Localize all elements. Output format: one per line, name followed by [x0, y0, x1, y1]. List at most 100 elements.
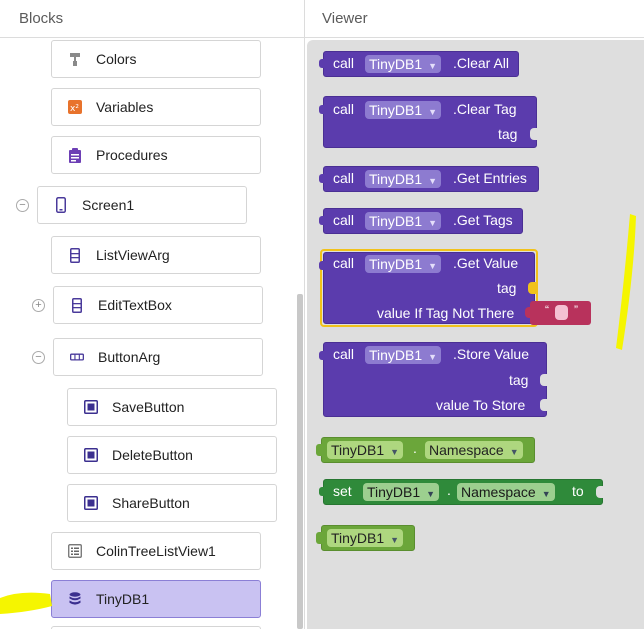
property-dropdown[interactable]: Namespace ▼	[457, 483, 555, 501]
input-socket[interactable]	[530, 128, 538, 140]
dropdown-arrow-icon: ▼	[390, 447, 400, 457]
param-tag-label: tag	[497, 280, 517, 296]
to-label: to	[572, 483, 584, 499]
tree-label: TinyDB1	[96, 591, 150, 607]
component-dropdown[interactable]: TinyDB1 ▼	[327, 441, 404, 459]
tree-item-colintreelistview1[interactable]: ColinTreeListView1	[51, 532, 261, 570]
collapse-toggle-screen1[interactable]: −	[16, 199, 29, 212]
component-dropdown[interactable]: TinyDB1 ▼	[365, 101, 442, 119]
param-tag-label: tag	[498, 126, 518, 142]
text-value-field[interactable]	[555, 305, 568, 320]
call-label: call	[333, 55, 355, 71]
horizontal-arrangement-icon	[70, 349, 84, 365]
input-socket[interactable]	[596, 486, 604, 498]
param-tag-label: tag	[509, 372, 529, 388]
input-socket[interactable]	[540, 374, 548, 386]
call-label: call	[333, 212, 355, 228]
dot-separator: .	[413, 440, 417, 456]
blocks-panel: Blocks Colors x² Variables Procedures −	[0, 0, 304, 629]
tree-label: SaveButton	[112, 399, 185, 415]
collapse-toggle-buttonarg[interactable]: −	[32, 351, 45, 364]
dropdown-arrow-icon: ▼	[428, 261, 438, 271]
dropdown-arrow-icon: ▼	[390, 535, 400, 545]
method-label: .Clear Tag	[453, 101, 517, 117]
yellow-highlighter-mark	[0, 592, 52, 614]
viewer-title: Viewer	[322, 10, 368, 27]
tree-label: ShareButton	[112, 495, 190, 511]
listview-icon	[68, 247, 82, 263]
method-label: .Clear All	[453, 55, 510, 71]
yellow-highlighter-mark	[616, 214, 636, 350]
component-dropdown[interactable]: TinyDB1 ▼	[327, 529, 404, 547]
dot-separator: .	[447, 482, 451, 498]
tree-item-procedures[interactable]: Procedures	[51, 136, 261, 174]
call-label: call	[333, 346, 355, 362]
list-icon	[68, 543, 82, 559]
component-dropdown[interactable]: TinyDB1 ▼	[365, 170, 442, 188]
set-label: set	[333, 483, 352, 499]
param-value-label: value To Store	[436, 397, 526, 413]
button-icon	[84, 447, 98, 463]
call-label: call	[333, 255, 355, 271]
dropdown-arrow-icon: ▼	[428, 176, 438, 186]
tree-label: Procedures	[96, 147, 168, 163]
dropdown-arrow-icon: ▼	[428, 352, 438, 362]
tree-label: Variables	[96, 99, 154, 115]
tree-label: EditTextBox	[98, 297, 172, 313]
viewer-header: Viewer	[305, 0, 644, 38]
phone-icon	[54, 197, 68, 213]
paint-roller-icon	[68, 51, 82, 67]
string-plug	[525, 307, 532, 318]
property-dropdown[interactable]: Namespace ▼	[425, 441, 523, 459]
tree-label: ListViewArg	[96, 247, 170, 263]
button-icon	[84, 399, 98, 415]
tree-item-tinydb1[interactable]: TinyDB1	[51, 580, 261, 618]
dropdown-arrow-icon: ▼	[509, 447, 519, 457]
tree-label: DeleteButton	[112, 447, 193, 463]
call-label: call	[333, 170, 355, 186]
component-dropdown[interactable]: TinyDB1 ▼	[363, 483, 440, 501]
tree-item-savebutton[interactable]: SaveButton	[67, 388, 277, 426]
input-socket[interactable]	[540, 399, 548, 411]
component-dropdown[interactable]: TinyDB1 ▼	[365, 55, 442, 73]
text-string-block[interactable]: “ ”	[530, 301, 591, 325]
svg-text:x²: x²	[70, 104, 79, 114]
param-default-label: value If Tag Not There	[377, 305, 515, 321]
tree-item-sharebutton[interactable]: ShareButton	[67, 484, 277, 522]
tree-item-colors[interactable]: Colors	[51, 40, 261, 78]
textbox-icon	[70, 297, 84, 313]
database-icon	[68, 591, 82, 607]
tree-item-listviewarg[interactable]: ListViewArg	[51, 236, 261, 274]
tree-item-variables[interactable]: x² Variables	[51, 88, 261, 126]
dropdown-arrow-icon: ▼	[541, 489, 551, 499]
method-label: .Get Tags	[453, 212, 513, 228]
dropdown-arrow-icon: ▼	[428, 61, 438, 71]
panel-divider	[304, 0, 305, 629]
input-socket[interactable]	[528, 282, 536, 294]
variables-icon: x²	[68, 99, 82, 115]
blocks-header: Blocks	[0, 0, 304, 38]
tree-label: ColinTreeListView1	[96, 543, 216, 559]
method-label: .Get Entries	[453, 170, 527, 186]
tree-item-screen1[interactable]: Screen1	[37, 186, 247, 224]
tree-label: ButtonArg	[98, 349, 161, 365]
tree-label: Screen1	[82, 197, 135, 213]
blocks-title: Blocks	[19, 10, 64, 27]
procedures-icon	[68, 147, 82, 163]
tree-item-deletebutton[interactable]: DeleteButton	[67, 436, 277, 474]
dropdown-arrow-icon: ▼	[428, 107, 438, 117]
method-label: .Get Value	[453, 255, 519, 271]
tree-label: Colors	[96, 51, 137, 67]
component-dropdown[interactable]: TinyDB1 ▼	[365, 212, 442, 230]
blocks-tree: Colors x² Variables Procedures − Screen1	[0, 38, 296, 629]
blocks-scrollbar[interactable]	[297, 294, 303, 629]
expand-toggle-edittextbox[interactable]: +	[32, 299, 45, 312]
blocks-workspace[interactable]: call TinyDB1 ▼ .Clear All call TinyDB1 ▼ .…	[307, 40, 644, 629]
component-dropdown[interactable]: TinyDB1 ▼	[365, 255, 442, 273]
component-dropdown[interactable]: TinyDB1 ▼	[365, 346, 442, 364]
button-icon	[84, 495, 98, 511]
tree-item-edittextbox[interactable]: EditTextBox	[53, 286, 263, 324]
tree-item-buttonarg[interactable]: ButtonArg	[53, 338, 263, 376]
close-quote: ”	[574, 303, 578, 317]
method-label: .Store Value	[453, 346, 530, 362]
